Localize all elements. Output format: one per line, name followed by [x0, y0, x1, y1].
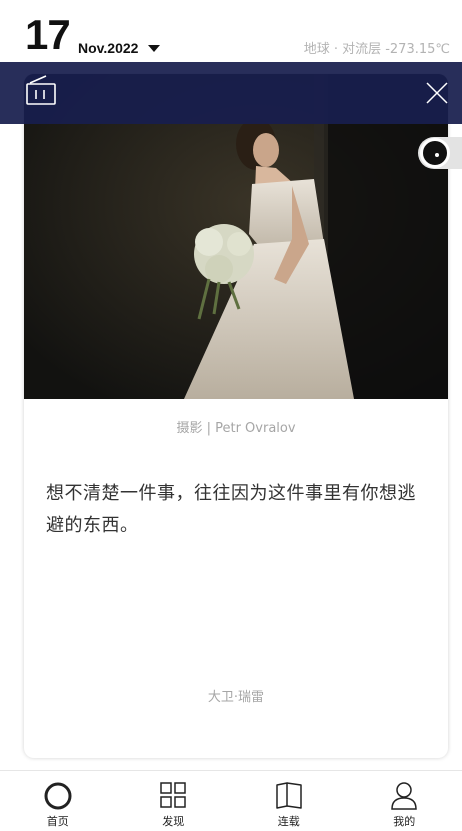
date-month-selector[interactable]: Nov.2022 [78, 40, 138, 56]
weather-info: 地球 · 对流层 -273.15℃ [303, 42, 450, 57]
grid-icon [160, 782, 186, 808]
date-day: 17 [25, 11, 71, 58]
radio-icon[interactable] [24, 74, 58, 108]
home-circle-icon [44, 782, 72, 810]
caret-down-icon[interactable] [148, 45, 160, 52]
daily-card[interactable]: 摄影 | Petr Ovralov 想不清楚一件事，往往因为这件事里有你想逃避的… [24, 74, 448, 758]
quote-text: 想不清楚一件事，往往因为这件事里有你想逃避的东西。 [46, 483, 416, 536]
tab-label: 发现 [162, 815, 185, 828]
tab-label: 连载 [277, 815, 300, 828]
toggle-knob-icon [420, 138, 450, 168]
date-header: 17 Nov.2022 地球 · 对流层 -273.15℃ [0, 0, 462, 62]
tab-mine[interactable]: 我的 [347, 771, 462, 831]
quote-author: 大卫·瑞雷 [207, 690, 265, 705]
user-icon [391, 782, 418, 810]
tab-discover[interactable]: 发现 [116, 771, 232, 831]
photo-credit: 摄影 | Petr Ovralov [176, 421, 296, 436]
tab-label: 首页 [46, 815, 69, 828]
tab-label: 我的 [393, 815, 416, 828]
close-icon[interactable] [424, 80, 450, 106]
overlay-bar [0, 62, 462, 124]
bottom-tab-bar: 首页 发现 连载 我的 [0, 770, 462, 831]
floating-toggle[interactable] [418, 137, 462, 169]
book-icon [276, 782, 302, 809]
tab-serial[interactable]: 连载 [231, 771, 347, 831]
tab-home[interactable]: 首页 [0, 771, 116, 831]
